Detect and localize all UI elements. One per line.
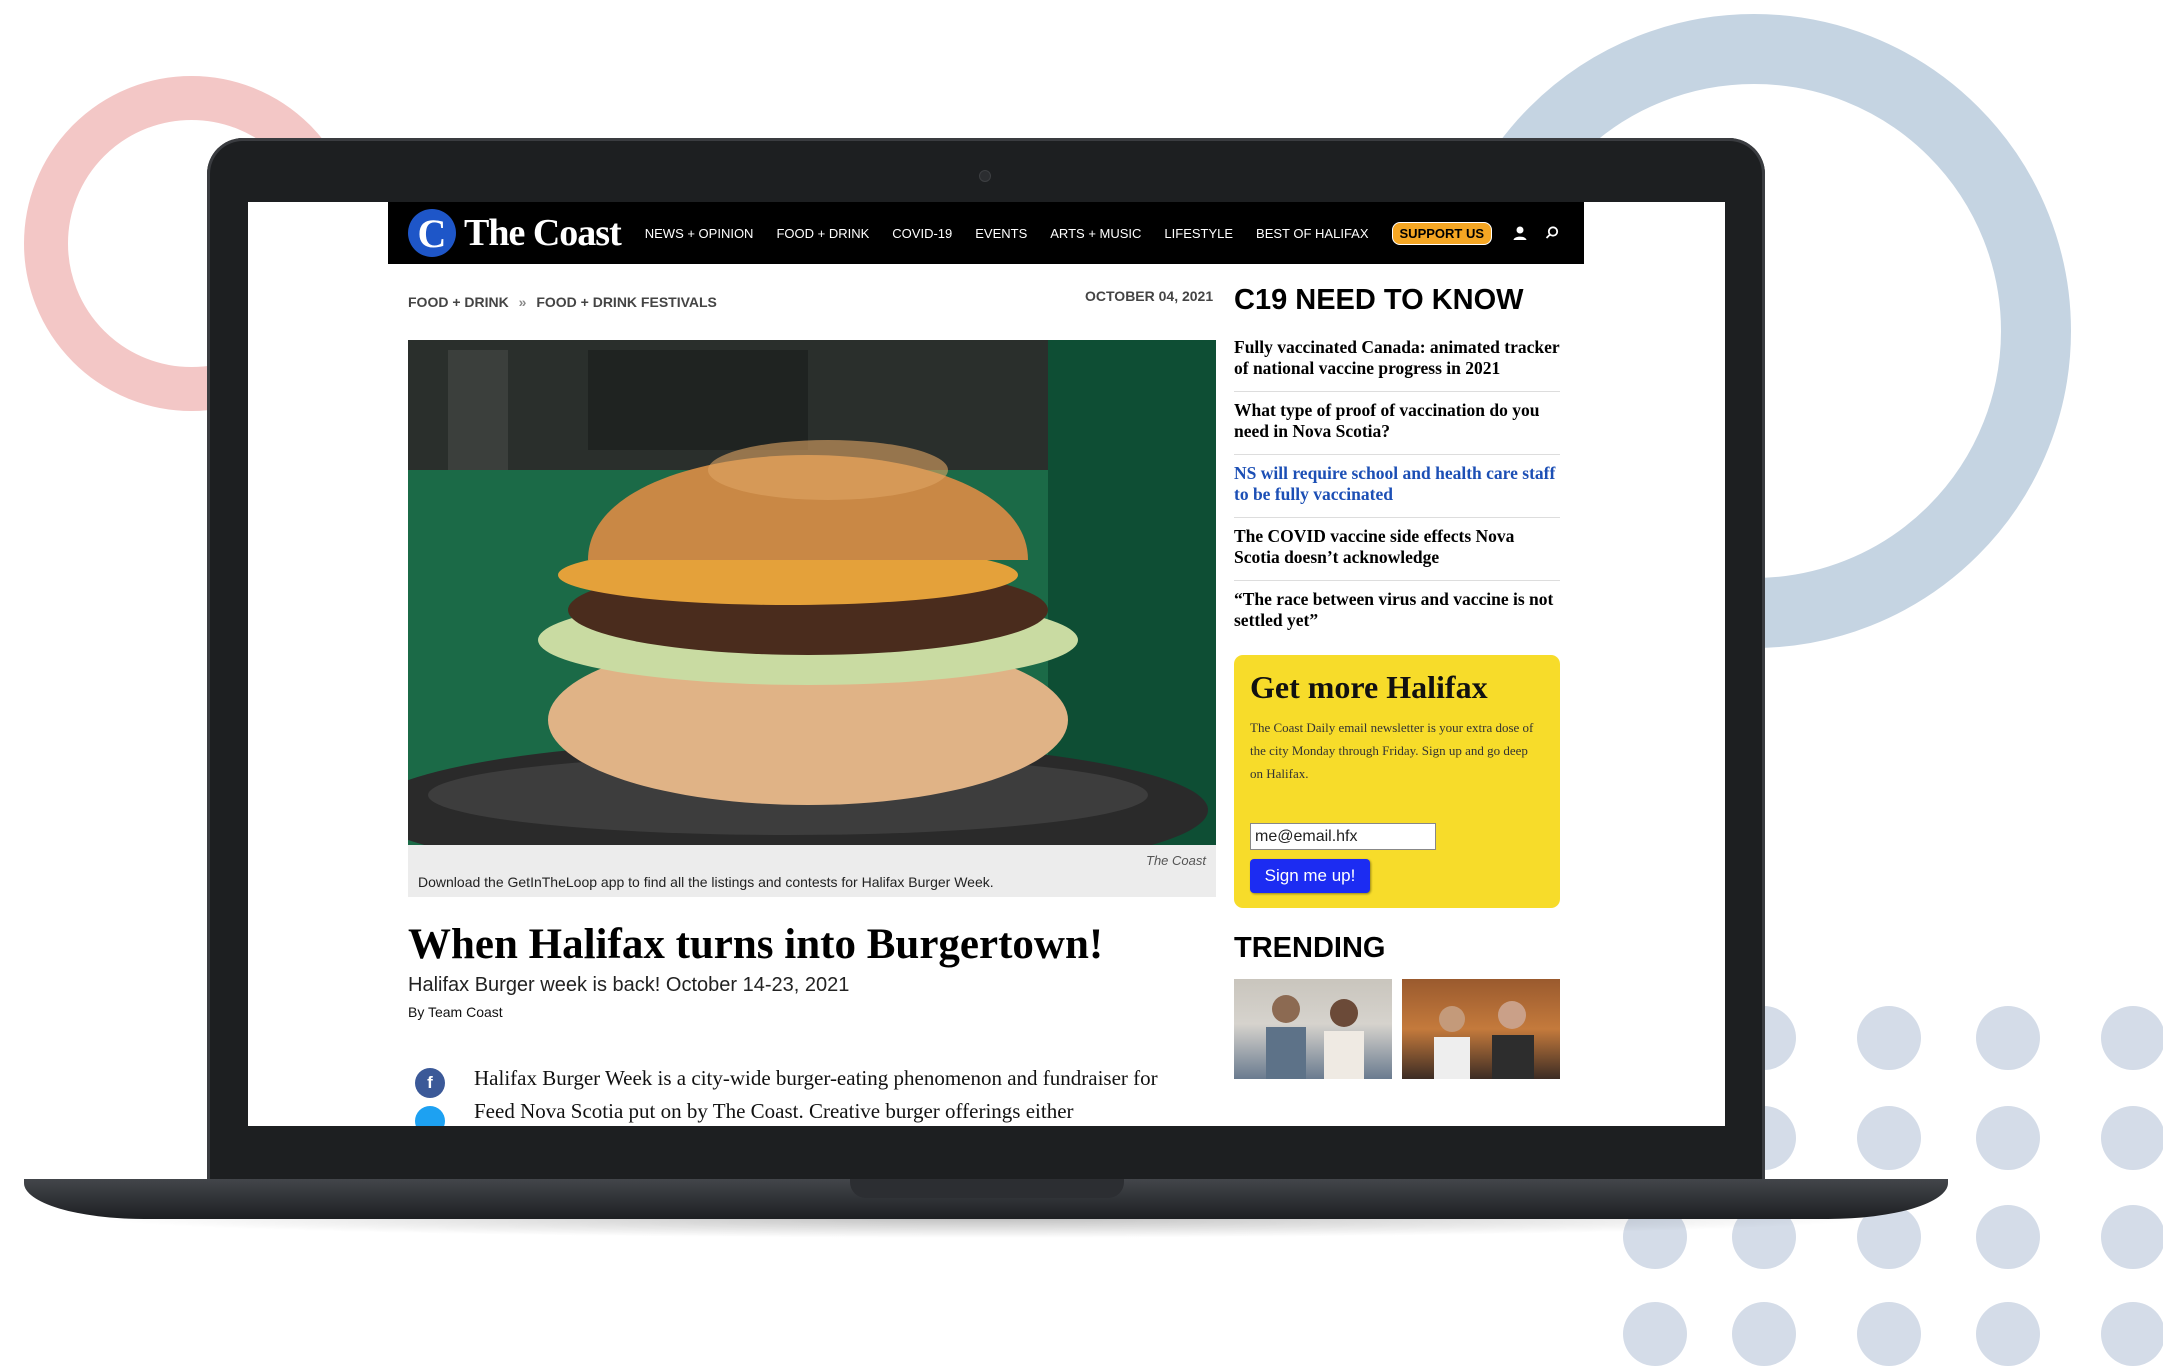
article-byline[interactable]: By Team Coast — [408, 1004, 503, 1020]
user-icon[interactable] — [1510, 223, 1530, 243]
nav-item-arts-music[interactable]: ARTS + MUSIC — [1050, 226, 1141, 241]
nav-item-news-opinion[interactable]: NEWS + OPINION — [645, 226, 754, 241]
image-caption-box: The Coast Download the GetInTheLoop app … — [408, 845, 1216, 897]
c19-link-vaccine-side-effects[interactable]: The COVID vaccine side effects Nova Scot… — [1234, 518, 1560, 581]
image-caption: Download the GetInTheLoop app to find al… — [418, 874, 994, 890]
laptop-notch — [850, 1179, 1124, 1198]
laptop-camera — [979, 170, 991, 182]
nav-item-covid-19[interactable]: COVID-19 — [892, 226, 952, 241]
nav-item-events[interactable]: EVENTS — [975, 226, 1027, 241]
sign-me-up-button[interactable]: Sign me up! — [1250, 859, 1370, 893]
laptop-shadow — [90, 1218, 1880, 1238]
newsletter-title: Get more Halifax — [1250, 669, 1488, 705]
newsletter-signup-box: Get more Halifax The Coast Daily email n… — [1234, 655, 1560, 908]
navbar: C The Coast NEWS + OPINION FOOD + DRINK … — [388, 202, 1584, 264]
breadcrumb: FOOD + DRINK » FOOD + DRINK FESTIVALS — [408, 294, 717, 310]
breadcrumb-food-drink-festivals[interactable]: FOOD + DRINK FESTIVALS — [536, 294, 717, 310]
trending-thumbnail-2[interactable] — [1402, 979, 1560, 1079]
nav-item-food-drink[interactable]: FOOD + DRINK — [776, 226, 869, 241]
hero-image-burger — [408, 340, 1216, 845]
facebook-icon[interactable]: f — [415, 1068, 445, 1098]
article-subheadline: Halifax Burger week is back! October 14-… — [408, 974, 850, 996]
article-date: OCTOBER 04, 2021 — [1085, 288, 1214, 304]
image-credit: The Coast — [1146, 853, 1206, 868]
support-us-button[interactable]: SUPPORT US — [1391, 221, 1493, 245]
article-body: Halifax Burger Week is a city-wide burge… — [474, 1066, 1158, 1123]
c19-link-school-staff-vaccinated[interactable]: NS will require school and health care s… — [1234, 455, 1560, 518]
breadcrumb-separator: » — [518, 294, 527, 310]
article-headline: When Halifax turns into Burgertown! — [408, 921, 1104, 968]
c19-need-to-know-title: C19 NEED TO KNOW — [1234, 284, 1524, 316]
trending-thumbnail-1[interactable] — [1234, 979, 1392, 1079]
newsletter-description: The Coast Daily email newsletter is your… — [1250, 720, 1534, 781]
laptop-screen: C The Coast NEWS + OPINION FOOD + DRINK … — [248, 202, 1725, 1126]
logo-mark-icon[interactable]: C — [408, 209, 456, 257]
search-icon[interactable] — [1542, 223, 1562, 243]
trending-thumbnails — [1234, 979, 1560, 1079]
breadcrumb-food-drink[interactable]: FOOD + DRINK — [408, 294, 509, 310]
sidebar: C19 NEED TO KNOW Fully vaccinated Canada… — [1234, 284, 1560, 1079]
c19-link-race-virus-vaccine[interactable]: “The race between virus and vaccine is n… — [1234, 581, 1560, 643]
c19-link-proof-of-vaccination[interactable]: What type of proof of vaccination do you… — [1234, 392, 1560, 455]
site-logo[interactable]: The Coast — [464, 211, 622, 255]
website: C The Coast NEWS + OPINION FOOD + DRINK … — [388, 202, 1584, 1126]
newsletter-email-input[interactable] — [1250, 823, 1436, 850]
nav-item-lifestyle[interactable]: LIFESTYLE — [1164, 226, 1233, 241]
trending-title: TRENDING — [1234, 932, 1386, 964]
nav-item-best-of-halifax[interactable]: BEST OF HALIFAX — [1256, 226, 1368, 241]
c19-link-vaccine-tracker[interactable]: Fully vaccinated Canada: animated tracke… — [1234, 329, 1560, 392]
twitter-icon[interactable] — [415, 1106, 445, 1126]
